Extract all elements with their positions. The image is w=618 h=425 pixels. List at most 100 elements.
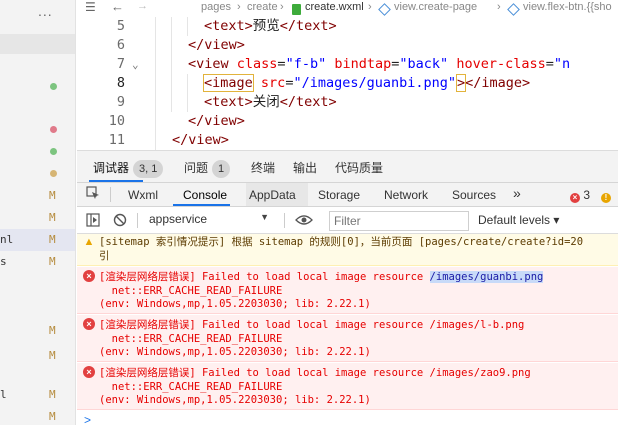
chevron-right-icon: › — [237, 1, 241, 13]
chevron-down-icon[interactable]: ⌄ — [132, 55, 139, 74]
line-number: 9 — [116, 94, 125, 110]
more-tabs-icon[interactable]: » — [513, 185, 521, 201]
tab-problems[interactable]: 问题 1 — [184, 159, 231, 178]
file-tree-row[interactable]: M — [0, 345, 75, 367]
line-number: 5 — [116, 18, 125, 34]
file-tree-row-selected[interactable]: nl M — [0, 229, 75, 251]
breadcrumb-item[interactable]: create — [247, 1, 278, 13]
more-icon[interactable]: ... — [38, 3, 53, 19]
line-number: 10 — [108, 113, 125, 129]
tab-badge: 3, 1 — [133, 160, 164, 178]
divider — [284, 213, 285, 228]
context-select[interactable]: appservice ▼ — [149, 212, 269, 229]
modified-dot-icon — [50, 83, 57, 90]
error-dot-icon — [50, 126, 57, 133]
tab-network[interactable]: Network — [384, 188, 428, 202]
code-content: </view> — [172, 132, 229, 148]
warning-triangle-icon: ▲ — [83, 236, 95, 248]
tab-terminal[interactable]: 终端 — [251, 159, 275, 176]
console-error-message[interactable]: × [渲染层网络层错误] Failed to load local image … — [77, 267, 618, 314]
error-icon: × — [83, 366, 95, 378]
console-error-message[interactable]: × [渲染层网络层错误] Failed to load local image … — [77, 363, 618, 410]
devtools-toolbar: Wxml Console AppData Storage Network Sou… — [77, 182, 618, 207]
file-tree-row[interactable]: l M — [0, 384, 75, 406]
code-line: 5 <text>预览</text> — [77, 17, 618, 36]
error-icon: × — [83, 318, 95, 330]
file-tree-row[interactable]: M — [0, 185, 75, 207]
line-number: 6 — [116, 37, 125, 53]
tab-wxml[interactable]: Wxml — [128, 188, 158, 202]
resource-link[interactable]: /images/guanbi.png — [429, 271, 544, 283]
code-content: <text>预览</text> — [204, 18, 337, 34]
file-tree-row[interactable] — [0, 163, 75, 185]
bottom-panel-tabs: 调试器 3, 1 问题 1 终端 输出 代码质量 — [77, 150, 618, 182]
tab-output[interactable]: 输出 — [293, 159, 317, 176]
console-warning-message[interactable]: ▲ [sitemap 索引情况提示] 根据 sitemap 的规则[0]，当前页… — [77, 234, 618, 266]
eye-icon[interactable] — [295, 213, 313, 227]
breadcrumb-item[interactable]: view.flex-btn.{{sho — [523, 1, 612, 13]
warning-icon: ! — [601, 193, 611, 203]
forward-arrow-icon[interactable]: → — [137, 0, 148, 12]
file-tree-hover-row[interactable] — [0, 34, 75, 54]
code-content: <view class="f-b" bindtap="back" hover-c… — [188, 56, 571, 72]
tab-debugger[interactable]: 调试器 3, 1 — [93, 159, 164, 178]
file-tree-row-label: l — [0, 388, 7, 401]
modified-dot-icon — [50, 148, 57, 155]
file-tree-row[interactable]: M — [0, 320, 75, 342]
divider — [137, 213, 138, 228]
git-modified-badge: M — [49, 233, 56, 246]
git-modified-badge: M — [49, 388, 56, 401]
code-content: <text>关闭</text> — [204, 94, 337, 110]
file-tree-row[interactable]: M — [0, 207, 75, 229]
file-tree-row[interactable]: M — [0, 406, 75, 425]
message-body: [渲染层网络层错误] Failed to load local image re… — [99, 319, 525, 358]
tab-code-quality[interactable]: 代码质量 — [335, 159, 383, 176]
code-content: <image src="/images/guanbi.png"></image> — [203, 74, 531, 92]
message-body: [sitemap 索引情况提示] 根据 sitemap 的规则[0]，当前页面 … — [99, 236, 584, 262]
warning-dot-icon — [50, 170, 57, 177]
file-tree-row-label: s — [0, 255, 7, 268]
warning-counter[interactable]: ! — [601, 188, 611, 203]
line-number: 11 — [108, 132, 125, 148]
console-filter-bar: appservice ▼ Default levels ▾ — [77, 207, 618, 234]
file-tree-row[interactable] — [0, 119, 75, 141]
filter-input[interactable] — [329, 211, 469, 231]
tab-badge: 1 — [212, 160, 231, 178]
breadcrumb: ☰ ← → pages › create › create.wxml › vie… — [77, 0, 618, 17]
git-modified-badge: M — [49, 324, 56, 337]
breadcrumb-item[interactable]: create.wxml — [305, 1, 364, 13]
file-tree-row[interactable]: s M — [0, 251, 75, 273]
back-arrow-icon[interactable]: ← — [111, 0, 124, 14]
code-line: 7 ⌄ <view class="f-b" bindtap="back" hov… — [77, 55, 618, 74]
line-number: 7 — [116, 56, 125, 72]
tab-sources[interactable]: Sources — [452, 188, 496, 202]
git-modified-badge: M — [49, 410, 56, 423]
file-tree-row[interactable] — [0, 141, 75, 163]
line-number: 8 — [116, 75, 125, 91]
tab-appdata[interactable]: AppData — [249, 188, 296, 202]
tab-console[interactable]: Console — [183, 188, 227, 202]
console-prompt[interactable]: > — [84, 413, 91, 425]
breadcrumb-item[interactable]: pages — [201, 1, 231, 13]
console-error-message[interactable]: × [渲染层网络层错误] Failed to load local image … — [77, 315, 618, 362]
code-line-current: 8 <image src="/images/guanbi.png"></imag… — [77, 74, 618, 93]
file-tree-row[interactable] — [0, 76, 75, 98]
git-modified-badge: M — [49, 189, 56, 202]
error-icon: × — [570, 193, 580, 203]
log-levels-select[interactable]: Default levels ▾ — [478, 213, 559, 227]
list-icon[interactable]: ☰ — [85, 0, 96, 14]
tab-storage[interactable]: Storage — [318, 188, 360, 202]
inspect-element-icon[interactable] — [86, 186, 100, 200]
code-line: 6 </view> — [77, 36, 618, 55]
breadcrumb-item[interactable]: view.create-page — [394, 1, 477, 13]
resource-link[interactable]: /images/l-b.png — [430, 319, 525, 331]
file-tree-row-label: nl — [0, 233, 14, 246]
code-editor[interactable]: 5 <text>预览</text> 6 </view> 7 ⌄ <view cl… — [77, 17, 618, 150]
clear-console-icon[interactable] — [113, 213, 127, 227]
git-modified-badge: M — [49, 349, 56, 362]
error-counter[interactable]: × 3 — [570, 188, 590, 203]
resource-link[interactable]: /images/zao9.png — [430, 367, 531, 379]
message-body: [渲染层网络层错误] Failed to load local image re… — [99, 367, 531, 406]
code-content: </view> — [188, 113, 245, 129]
sidebar-toggle-icon[interactable] — [86, 213, 100, 227]
